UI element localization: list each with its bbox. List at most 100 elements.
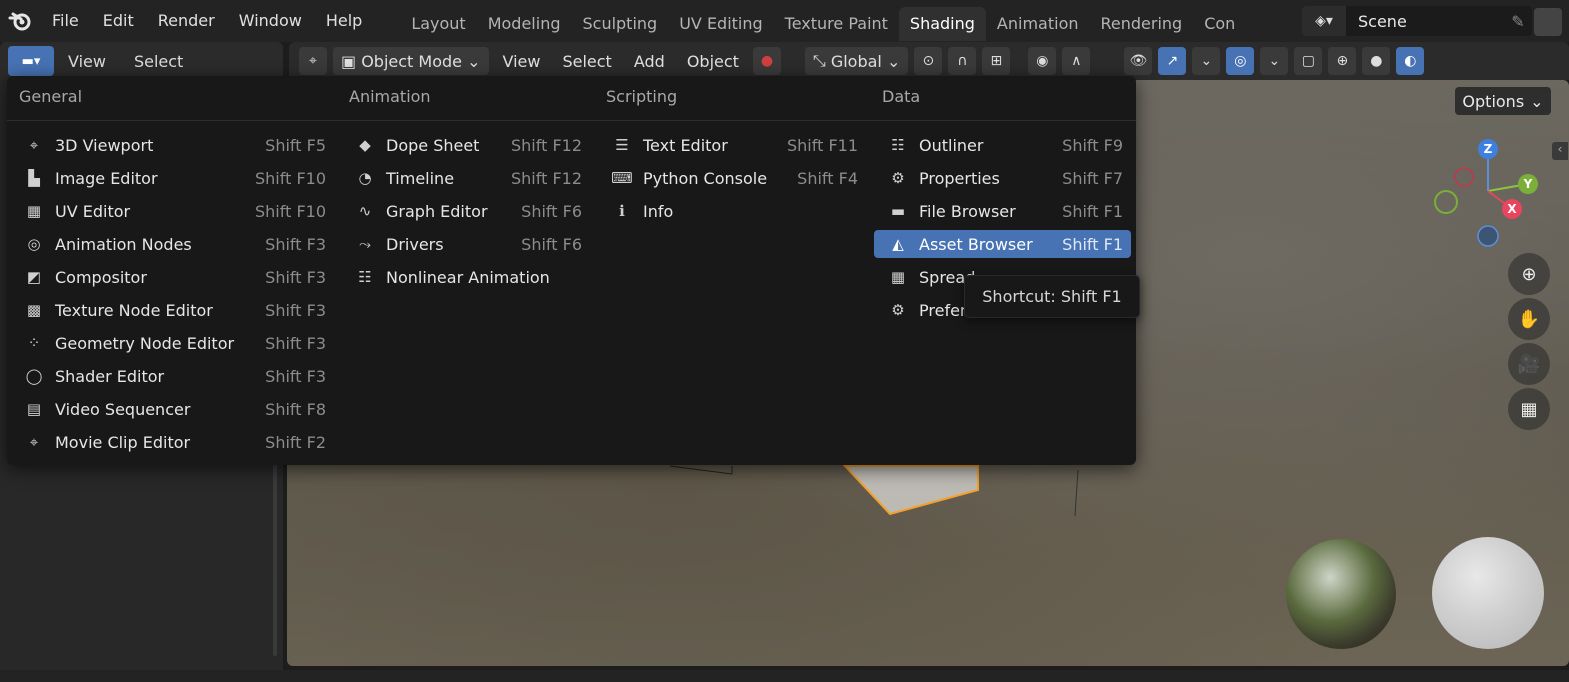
heading-data: Data [882,87,921,106]
item-shortcut: Shift F3 [265,366,326,386]
dopesheet-icon: ◆ [359,136,371,154]
item-label: Outliner [919,135,984,155]
menu-item-texture-node-editor[interactable]: ▩ Texture Node Editor Shift F3 [19,296,334,324]
shader-icon: ◯ [25,367,43,385]
item-label: Prefer [919,300,967,320]
item-label: Python Console [643,168,768,188]
sequencer-icon: ▤ [26,400,42,418]
perspective-grid-icon[interactable]: ▦ [1508,388,1550,430]
heading-animation: Animation [349,87,431,106]
item-label: Nonlinear Animation [386,267,550,287]
item-label: Dope Sheet [386,135,480,155]
item-label: Drivers [386,234,444,254]
heading-general: General [19,87,83,106]
item-label: Image Editor [55,168,158,188]
tooltip-text: Shortcut: Shift F1 [982,287,1122,306]
clip-icon: ⌖ [29,433,39,451]
info-icon: ℹ [619,202,625,220]
menu-item-shader-editor[interactable]: ◯ Shader Editor Shift F3 [19,362,334,390]
hdri-preview-sphere [1286,539,1396,649]
menu-item-3d-viewport[interactable]: ⌖ 3D Viewport Shift F5 [19,131,334,159]
item-shortcut: Shift F3 [265,234,326,254]
text-icon: ☰ [615,136,629,154]
menu-item-movie-clip-editor[interactable]: ⌖ Movie Clip Editor Shift F2 [19,428,334,456]
item-label: Graph Editor [386,201,488,221]
menu-item-file-browser[interactable]: ▬ File Browser Shift F1 [883,197,1131,225]
item-shortcut: Shift F10 [254,168,326,188]
menu-item-timeline[interactable]: ◔ Timeline Shift F12 [350,164,590,192]
item-shortcut: Shift F9 [1062,135,1123,155]
item-shortcut: Shift F3 [265,267,326,287]
item-label: Info [643,201,674,221]
options-label: Options [1462,91,1525,111]
menu-item-drivers[interactable]: ⤳ Drivers Shift F6 [350,230,590,258]
light-wire [1074,469,1079,517]
zoom-icon[interactable]: ⊕ [1508,253,1550,295]
item-shortcut: Shift F12 [510,135,582,155]
menu-item-outliner[interactable]: ☷ Outliner Shift F9 [883,131,1131,159]
item-shortcut: Shift F1 [1062,201,1123,221]
menu-divider [7,120,1136,121]
heading-scripting: Scripting [606,87,678,106]
item-shortcut: Shift F7 [1062,168,1123,188]
menu-item-uv-editor[interactable]: ▦ UV Editor Shift F10 [19,197,334,225]
material-preview-sphere [1432,537,1544,649]
console-icon: ⌨ [611,169,633,187]
gizmo-z-axis[interactable]: Z [1478,139,1498,159]
gizmo-x-axis[interactable]: X [1502,199,1522,219]
menu-item-animation-nodes[interactable]: ◎ Animation Nodes Shift F3 [19,230,334,258]
gizmo-z-label: Z [1483,142,1493,156]
camera-wire [669,465,733,475]
item-shortcut: Shift F1 [1062,234,1123,254]
sidebar-toggle-icon[interactable]: ‹ [1552,142,1568,160]
item-label: 3D Viewport [55,135,154,155]
item-label: Texture Node Editor [55,300,213,320]
viewport-icon: ⌖ [29,136,39,154]
menu-item-video-sequencer[interactable]: ▤ Video Sequencer Shift F8 [19,395,334,423]
item-shortcut: Shift F12 [510,168,582,188]
chevron-down-icon: ⌄ [1530,91,1544,111]
asset-icon: ◭ [892,235,904,253]
item-label: File Browser [919,201,1016,221]
menu-item-text-editor[interactable]: ☰ Text Editor Shift F11 [607,131,866,159]
pan-hand-icon[interactable]: ✋ [1508,298,1550,340]
item-shortcut: Shift F6 [521,234,582,254]
item-shortcut: Shift F8 [265,399,326,419]
camera-view-icon[interactable]: 🎥 [1508,343,1550,385]
menu-item-geometry-node-editor[interactable]: ⁘ Geometry Node Editor Shift F3 [19,329,334,357]
menu-item-graph-editor[interactable]: ∿ Graph Editor Shift F6 [350,197,590,225]
menu-item-info[interactable]: ℹ Info [607,197,866,225]
item-shortcut: Shift F4 [797,168,858,188]
menu-item-python-console[interactable]: ⌨ Python Console Shift F4 [607,164,866,192]
menu-item-asset-browser[interactable]: ◭ Asset Browser Shift F1 [874,230,1131,258]
gizmo-y-axis[interactable]: Y [1518,174,1538,194]
menu-item-properties[interactable]: ⚙ Properties Shift F7 [883,164,1131,192]
nodes-icon: ◎ [27,235,41,253]
item-label: Shader Editor [55,366,165,386]
options-dropdown[interactable]: Options ⌄ [1455,87,1551,115]
selected-cube [842,465,979,516]
item-label: Asset Browser [919,234,1033,254]
item-label: Properties [919,168,1000,188]
item-label: Compositor [55,267,147,287]
folder-icon: ▬ [890,202,906,220]
gizmo-y-label: Y [1523,177,1533,191]
nla-icon: ☷ [358,268,372,286]
menu-item-dope-sheet[interactable]: ◆ Dope Sheet Shift F12 [350,131,590,159]
editor-type-menu: General Animation Scripting Data ⌖ 3D Vi… [7,76,1136,465]
spreadsheet-icon: ▦ [890,268,906,286]
drivers-icon: ⤳ [358,235,371,253]
item-label: UV Editor [55,201,131,221]
image-icon: ▙ [28,169,40,187]
menu-item-nonlinear-animation[interactable]: ☷ Nonlinear Animation [350,263,590,291]
compositor-icon: ◩ [26,268,42,286]
menu-item-image-editor[interactable]: ▙ Image Editor Shift F10 [19,164,334,192]
menu-item-compositor[interactable]: ◩ Compositor Shift F3 [19,263,334,291]
uv-icon: ▦ [26,202,42,220]
item-shortcut: Shift F2 [265,432,326,452]
properties-icon: ⚙ [891,169,905,187]
item-shortcut: Shift F11 [786,135,858,155]
item-label: Video Sequencer [55,399,191,419]
bottom-bar [0,670,1569,682]
item-shortcut: Shift F6 [521,201,582,221]
